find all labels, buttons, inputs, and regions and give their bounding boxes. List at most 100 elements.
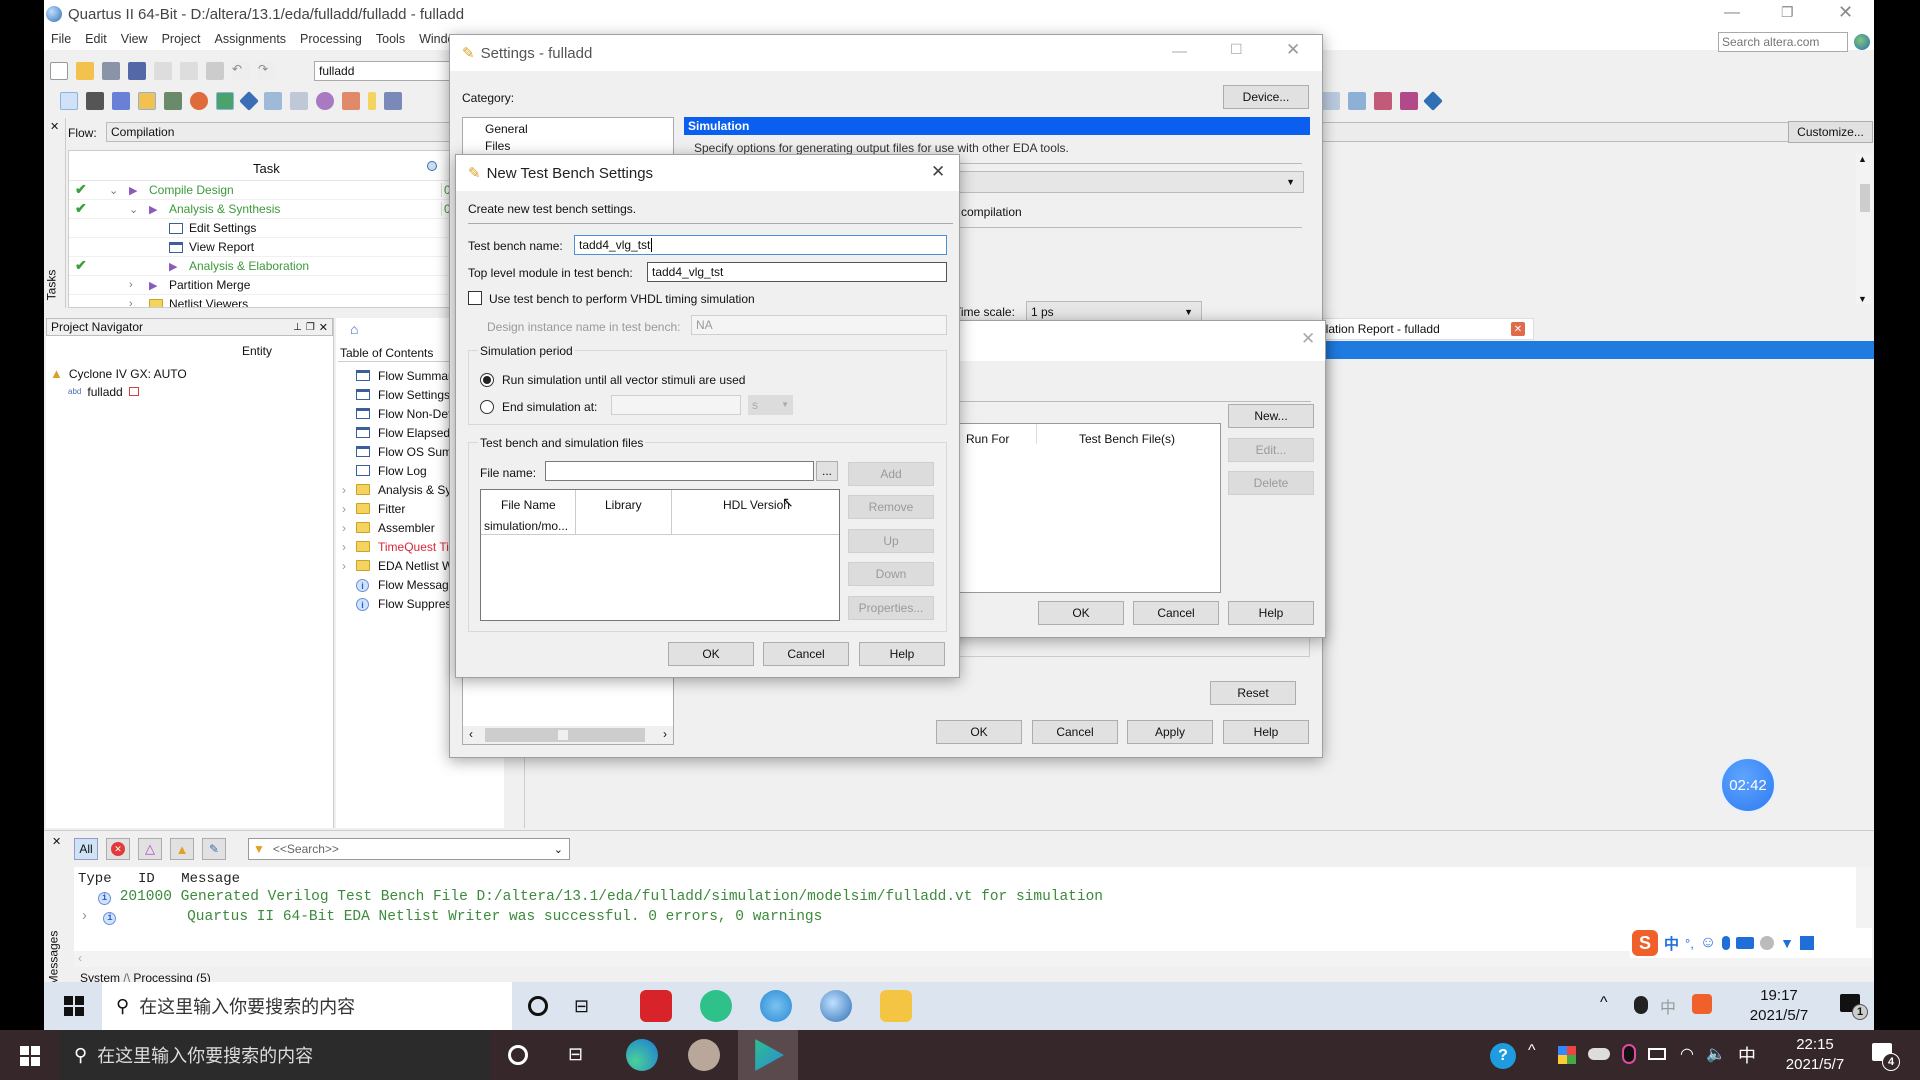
task-row[interactable]: ✔⌄▶Analysis & Synthesis00:00:03 [69,200,495,219]
vhdl-timing-checkbox[interactable] [468,291,482,305]
open-icon[interactable] [76,62,94,80]
ime-user-icon[interactable] [1760,936,1775,950]
onedrive-icon[interactable] [1588,1048,1610,1060]
navigator-close-icon[interactable]: ✕ [319,321,328,334]
menu-view[interactable]: View [114,32,155,46]
pin-planner-icon[interactable] [112,92,130,110]
tb-delete-button[interactable]: Delete [1228,471,1314,495]
ime-toolbox-icon[interactable] [1800,936,1815,950]
wifi-icon[interactable]: ◠ [1680,1044,1694,1064]
recording-timer-badge[interactable]: 02:42 [1720,757,1776,813]
inner-sogou-icon[interactable] [1692,994,1712,1014]
green-app-icon[interactable] [700,990,732,1022]
redo-icon[interactable]: ↷ [258,62,276,80]
power-icon[interactable] [368,92,376,110]
scroll-right-icon[interactable]: › [663,727,667,741]
close-button[interactable]: ✕ [1838,2,1853,23]
menu-tools[interactable]: Tools [369,32,412,46]
messages-hscrollbar[interactable]: ‹ [74,951,1860,967]
task-row[interactable]: › ▶ Partition Merge [69,276,495,295]
device-button[interactable]: Device... [1223,85,1309,109]
sogou-logo-icon[interactable]: S [1632,930,1658,956]
menu-edit[interactable]: Edit [78,32,114,46]
settings-minimize-button[interactable]: — [1172,43,1187,60]
top-module-input[interactable]: tadd4_vlg_tst [647,262,947,282]
ime-skin-icon[interactable]: ▼ [1780,935,1794,951]
remove-button[interactable]: Remove [848,495,934,519]
compile-check-icon[interactable] [216,92,234,110]
tasks-close-icon[interactable]: ✕ [50,120,59,133]
save-icon[interactable] [102,62,120,80]
file-explorer-icon[interactable] [880,990,912,1022]
task-row[interactable]: Edit Settings [69,219,495,238]
binoculars-icon[interactable] [86,92,104,110]
inner-qq-icon[interactable] [1634,996,1648,1014]
task-scrollbar[interactable]: ▲ ▼ [1856,154,1872,304]
chevron-down-icon[interactable]: ⌄ [109,184,118,197]
settings-ok-button[interactable]: OK [936,720,1022,744]
pinwheel-icon[interactable] [1558,1046,1576,1064]
task-row[interactable]: View Report [69,238,495,257]
new-file-icon[interactable] [50,62,68,80]
refresh-icon[interactable] [190,92,208,110]
clock[interactable]: 22:15 2021/5/7 [1770,1035,1860,1075]
message-row[interactable]: › i Quartus II 64-Bit EDA Netlist Writer… [80,909,822,925]
add-button[interactable]: Add [848,462,934,486]
end-time-input[interactable] [611,395,741,415]
inner-start-icon[interactable] [64,996,84,1016]
settings-help-button[interactable]: Help [1223,720,1309,744]
tb-help-button[interactable]: Help [1228,601,1314,625]
tb-new-button[interactable]: New... [1228,404,1314,428]
tb-cancel-button[interactable]: Cancel [1133,601,1219,625]
edge-icon[interactable] [626,1039,658,1071]
new-tb-ok-button[interactable]: OK [668,642,754,666]
task-row[interactable]: ✔⌄▶Compile Design00:00:28 [69,181,495,200]
sim-icon[interactable] [1348,92,1366,110]
category-hscrollbar[interactable]: ‹ › [463,726,673,744]
inner-search-box[interactable]: ⚲ 在这里输入你要搜索的内容 [102,982,512,1030]
minimize-button[interactable]: — [1724,4,1740,22]
inner-ime-icon[interactable]: 中 [1660,994,1676,1018]
battery-icon[interactable] [1648,1048,1666,1060]
chevron-right-icon[interactable]: › [342,483,346,497]
cut-icon[interactable] [154,62,172,80]
properties-button[interactable]: Properties... [848,596,934,620]
cortana-icon[interactable] [508,1045,528,1065]
test-benches-close-button[interactable]: ✕ [1301,329,1315,349]
task-row[interactable]: › Netlist Viewers [69,295,495,307]
settings-cancel-button[interactable]: Cancel [1032,720,1118,744]
tray-chevron-icon[interactable]: ^ [1528,1042,1536,1060]
menu-processing[interactable]: Processing [293,32,369,46]
menu-file[interactable]: File [44,32,78,46]
restore-button[interactable]: ❐ [1781,4,1794,21]
task-view-icon[interactable]: ⊟ [568,1044,583,1065]
waveform-icon[interactable] [1374,92,1392,110]
fitter-icon[interactable] [290,92,308,110]
task-row[interactable]: ✔ ▶ Analysis & Elaboration [69,257,495,276]
tb-ok-button[interactable]: OK [1038,601,1124,625]
waveform-run-icon[interactable] [1400,92,1418,110]
instance-input[interactable]: NA [691,315,947,335]
quartus-taskbar-icon[interactable] [820,990,852,1022]
filter-error-button[interactable]: ✕ [106,838,130,860]
inner-tray-chevron-icon[interactable]: ^ [1600,994,1608,1012]
netease-music-icon[interactable] [640,990,672,1022]
customize-button[interactable]: Customize... [1788,121,1873,143]
settings-maximize-button[interactable]: ☐ [1230,41,1243,58]
tab-close-icon[interactable]: ✕ [1511,322,1525,336]
chevron-right-icon[interactable]: › [129,279,133,291]
category-general[interactable]: General [485,122,528,136]
file-browse-button[interactable]: ... [816,461,838,481]
chip-planner-icon[interactable] [60,92,78,110]
device-row[interactable]: ▲ Cyclone IV GX: AUTO [50,364,187,383]
assembler-icon[interactable] [316,92,334,110]
reset-button[interactable]: Reset [1210,681,1296,705]
help-tray-icon[interactable]: ? [1490,1043,1516,1069]
chevron-down-icon[interactable]: ⌄ [129,203,138,216]
messages-close-icon[interactable]: ✕ [52,835,61,848]
filter-suppressed-button[interactable]: ✎ [202,838,226,860]
ime-emoji-icon[interactable]: ☺ [1700,934,1716,952]
task-view-icon[interactable]: ⊟ [574,996,589,1017]
tb-edit-button[interactable]: Edit... [1228,438,1314,462]
start-compilation-icon[interactable] [239,91,259,111]
